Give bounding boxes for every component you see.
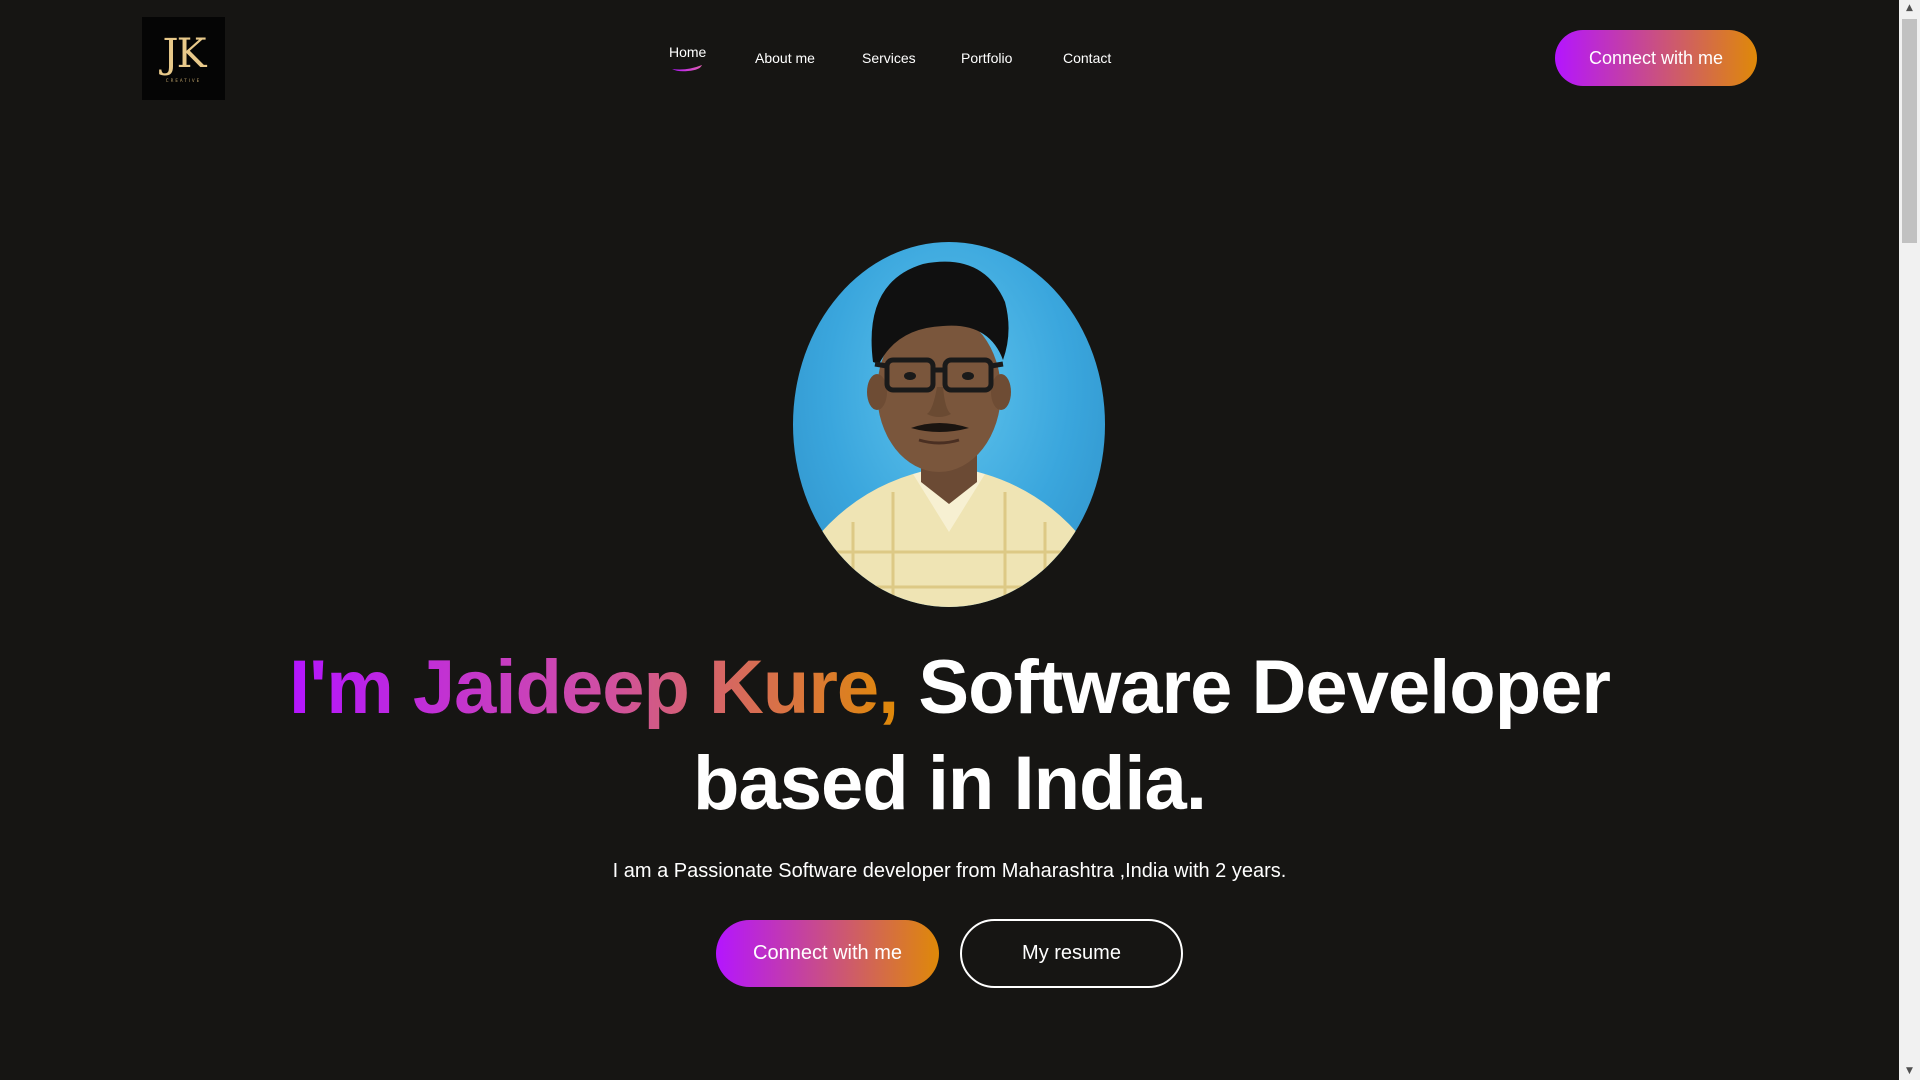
hero-name: I'm Jaideep Kure,: [289, 645, 899, 730]
nav-item-home[interactable]: Home: [669, 44, 706, 60]
logo-subtitle: CREATIVE: [165, 78, 202, 83]
scrollbar-thumb[interactable]: [1902, 19, 1917, 243]
nav-item-services[interactable]: Services: [862, 50, 916, 66]
profile-avatar: [793, 242, 1105, 607]
scroll-up-icon[interactable]: ▲: [1899, 0, 1920, 17]
hero-role: Software Developer: [898, 645, 1611, 730]
header-connect-button[interactable]: Connect with me: [1555, 30, 1757, 86]
resume-button[interactable]: My resume: [960, 919, 1183, 988]
hero-headline: I'm Jaideep Kure, Software Developer bas…: [0, 640, 1899, 832]
page: JK CREATIVE Home About me Services Portf…: [0, 0, 1899, 1080]
nav-item-contact[interactable]: Contact: [1063, 50, 1111, 66]
nav-active-underline-icon: [672, 65, 702, 72]
hero-tagline: I am a Passionate Software developer fro…: [612, 860, 1287, 882]
scroll-down-icon[interactable]: ▼: [1899, 1063, 1920, 1080]
nav-item-portfolio[interactable]: Portfolio: [961, 50, 1012, 66]
vertical-scrollbar[interactable]: ▲ ▼: [1899, 0, 1920, 1080]
person-photo-icon: [803, 261, 1095, 607]
hero-location: based in India.: [693, 741, 1207, 826]
nav-item-about[interactable]: About me: [755, 50, 815, 66]
hero-connect-button[interactable]: Connect with me: [716, 920, 939, 987]
